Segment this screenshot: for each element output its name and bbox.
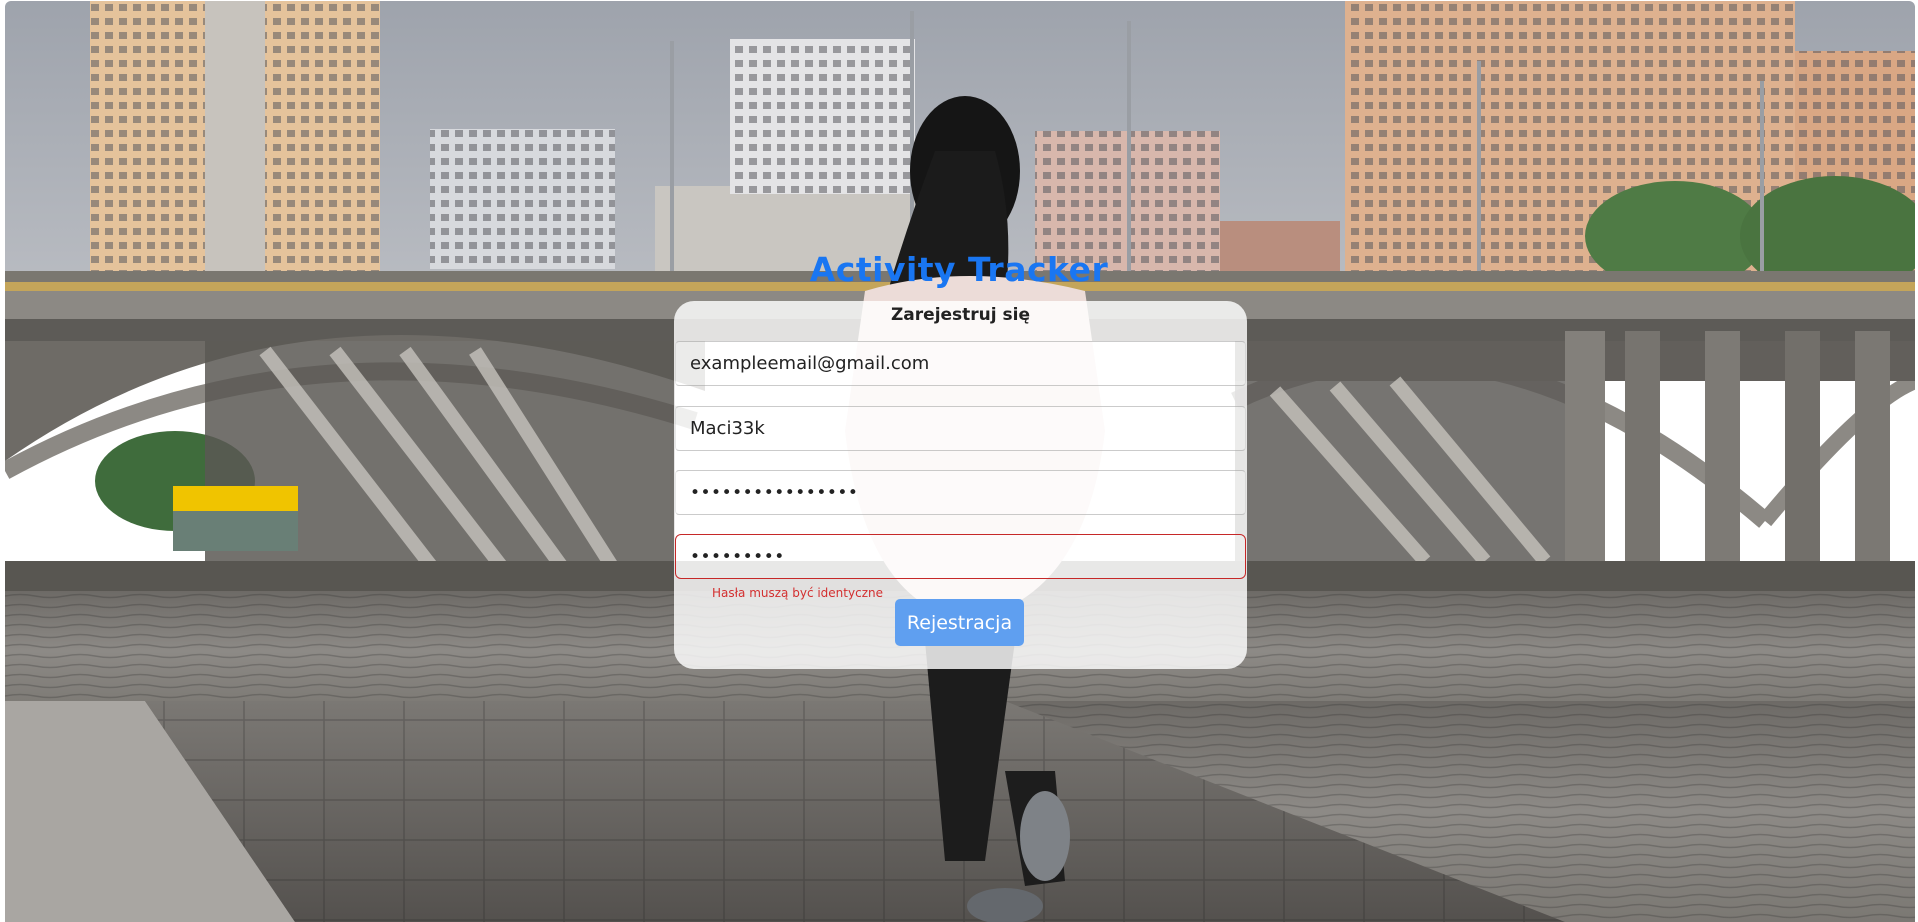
form-heading: Zarejestruj się [890,305,1031,325]
password-mismatch-error: Hasła muszą być identyczne [712,586,883,600]
password-input[interactable] [676,471,1245,514]
confirm-password-input[interactable] [676,535,1245,578]
username-input[interactable] [676,407,1245,450]
page: Activity Tracker Zarejestruj się Hasła m… [0,0,1918,922]
app-title: Activity Tracker [809,250,1109,289]
register-button[interactable]: Rejestracja [895,599,1024,646]
password-field[interactable] [675,470,1246,515]
email-field[interactable] [675,341,1246,386]
confirm-password-field[interactable] [675,534,1246,579]
username-field[interactable] [675,406,1246,451]
registration-card: Zarejestruj się Hasła muszą być identycz… [674,301,1247,669]
email-input[interactable] [676,342,1245,385]
